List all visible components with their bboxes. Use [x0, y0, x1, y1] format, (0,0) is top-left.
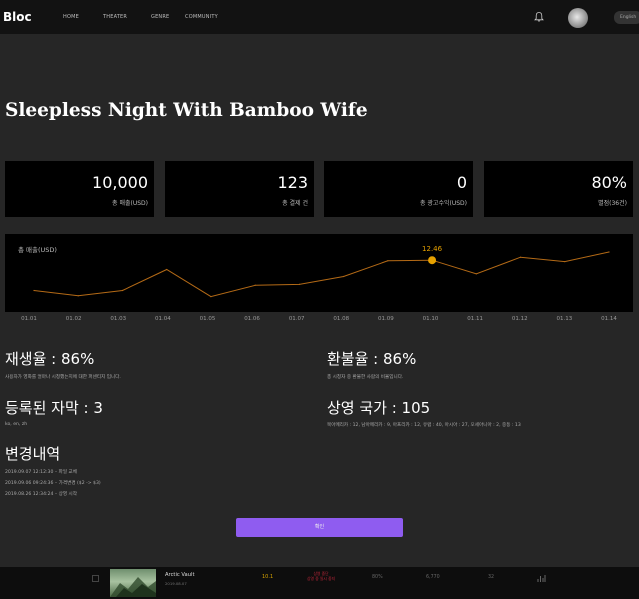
page-title: Sleepless Night With Bamboo Wife	[5, 100, 368, 121]
x-tick-label: 01.06	[244, 316, 260, 322]
nav-community[interactable]: COMMUNITY	[185, 14, 218, 20]
x-tick-label: 01.07	[288, 316, 305, 322]
data-point	[387, 260, 389, 262]
x-tick-label: 01.12	[511, 316, 528, 322]
data-point	[298, 283, 300, 285]
stat-value: 0	[456, 173, 467, 192]
nav-theater[interactable]: THEATER	[103, 14, 127, 20]
history-heading: 변경내역	[5, 445, 61, 463]
x-tick-label: 01.13	[556, 316, 573, 322]
stat-label: 별점(36건)	[598, 200, 627, 207]
data-point	[77, 295, 79, 297]
stat-card-rating: 80% 별점(36건)	[484, 161, 633, 217]
x-tick-label: 01.01	[21, 316, 37, 322]
subtitles-list: ko, en, zh	[5, 422, 28, 427]
bell-icon[interactable]	[533, 11, 545, 23]
stat-card-total-sales: 10,000 총 매출(USD)	[5, 161, 154, 217]
movie-title: Arctic Vault	[165, 572, 195, 578]
stat-value: 10,000	[92, 173, 148, 192]
stat-value: 123	[277, 173, 308, 192]
history-item: 2019.08.26 12:34:24 – 상영 시작	[5, 492, 77, 497]
chart-title: 총 매출(USD)	[18, 246, 57, 254]
refund-rate-desc: 총 시청자 중 환불한 사람의 비율입니다.	[327, 375, 404, 380]
data-point	[608, 251, 610, 253]
data-point	[475, 273, 477, 275]
countries-breakdown: 북아메리카 : 12, 남아메리카 : 9, 아프리카 : 12, 유럽 : 4…	[327, 423, 521, 428]
sales-chart: 12.46 총 매출(USD)	[5, 234, 633, 312]
row-checkbox[interactable]	[92, 575, 99, 582]
data-point	[33, 289, 35, 292]
count-value: 6,770	[426, 575, 440, 580]
nav-home[interactable]: HOME	[63, 14, 79, 20]
chart-x-axis: 01.01 01.02 01.03 01.04 01.05 01.06 01.07 01.08…	[0, 316, 639, 328]
x-tick-label: 01.04	[154, 316, 171, 322]
data-point	[254, 284, 256, 286]
top-navigation-bar: Bloc HOME THEATER GENRE COMMUNITY Englis…	[0, 0, 639, 34]
countries-heading: 상영 국가 : 105	[327, 399, 431, 417]
replay-rate-desc: 사용자가 영화를 얼마나 시청했는지에 대한 퍼센티지 입니다.	[5, 375, 121, 380]
app-logo[interactable]: Bloc	[3, 10, 32, 24]
series-line	[33, 251, 610, 298]
language-selector[interactable]: English	[614, 11, 639, 24]
x-tick-label: 01.03	[110, 316, 127, 322]
status-badge: 상영 중단 상영 중 일시 중지	[307, 571, 335, 581]
replay-rate-heading: 재생율 : 86%	[5, 350, 95, 368]
subtitles-heading: 등록된 자막 : 3	[5, 399, 103, 417]
data-point	[210, 296, 212, 298]
data-point	[343, 275, 345, 278]
movie-rating: 10.1	[262, 574, 274, 580]
highlight-label: 12.46	[422, 245, 443, 253]
percent-value: 80%	[372, 575, 383, 580]
nav-genre[interactable]: GENRE	[151, 14, 169, 20]
confirm-button[interactable]: 확인	[236, 518, 403, 537]
refund-rate-heading: 환불율 : 86%	[327, 350, 417, 368]
highlight-point[interactable]	[428, 256, 437, 265]
stat-value: 80%	[591, 173, 627, 192]
stat-card-ad-revenue: 0 총 광고수익(USD)	[324, 161, 473, 217]
history-item: 2019.09.06 09:24:36 – 가격변경 ($2 -> $3)	[5, 481, 101, 486]
movie-date: 2019.08.07	[165, 581, 187, 586]
stat-label: 총 광고수익(USD)	[419, 200, 467, 207]
views-value: 32	[488, 575, 495, 580]
status-line-2: 상영 중 일시 중지	[307, 576, 336, 581]
chart-icon[interactable]	[537, 574, 546, 583]
stat-card-payments: 123 총 결제 건	[165, 161, 314, 217]
data-point	[121, 289, 124, 292]
data-point	[564, 261, 566, 263]
stat-label: 총 결제 건	[282, 200, 308, 207]
x-tick-label: 01.05	[199, 316, 216, 322]
x-tick-label: 01.02	[65, 316, 82, 322]
history-item: 2019.09.07 12:12:30 – 파일 교체	[5, 470, 77, 475]
x-tick-label: 01.09	[378, 316, 394, 322]
user-avatar[interactable]	[568, 8, 588, 28]
x-tick-label: 01.11	[467, 316, 484, 322]
data-point	[166, 268, 168, 271]
data-point	[519, 256, 522, 258]
sales-line-chart: 12.46	[33, 245, 610, 298]
movie-thumbnail[interactable]	[110, 569, 156, 597]
x-tick-label: 01.08	[333, 316, 350, 322]
x-tick-label: 01.14	[601, 316, 617, 322]
stat-label: 총 매출(USD)	[112, 200, 148, 207]
bottom-player-bar: Arctic Vault 2019.08.07 10.1 상영 중단 상영 중 …	[0, 567, 639, 599]
x-tick-label: 01.10	[422, 316, 439, 322]
